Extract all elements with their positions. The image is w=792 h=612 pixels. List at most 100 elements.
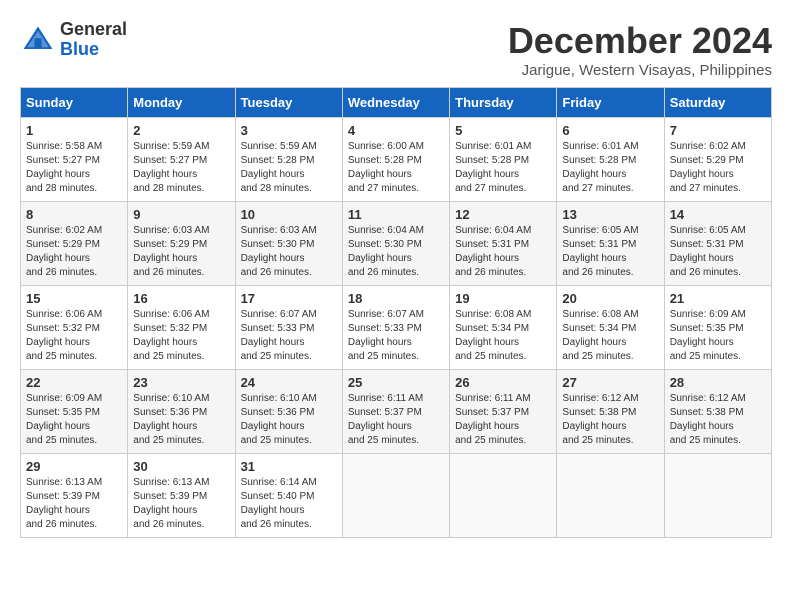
day-info: Sunrise: 6:06 AM Sunset: 5:32 PM Dayligh…: [133, 308, 229, 364]
day-info: Sunrise: 6:06 AM Sunset: 5:32 PM Dayligh…: [26, 308, 122, 364]
calendar-cell: 20 Sunrise: 6:08 AM Sunset: 5:34 PM Dayl…: [557, 286, 664, 370]
day-number: 13: [562, 207, 658, 222]
day-info: Sunrise: 6:04 AM Sunset: 5:30 PM Dayligh…: [348, 224, 444, 280]
day-number: 18: [348, 291, 444, 306]
day-info: Sunrise: 6:13 AM Sunset: 5:39 PM Dayligh…: [26, 476, 122, 532]
location: Jarigue, Western Visayas, Philippines: [508, 62, 772, 79]
day-info: Sunrise: 6:07 AM Sunset: 5:33 PM Dayligh…: [241, 308, 337, 364]
day-info: Sunrise: 6:10 AM Sunset: 5:36 PM Dayligh…: [241, 392, 337, 448]
calendar-cell: 24 Sunrise: 6:10 AM Sunset: 5:36 PM Dayl…: [235, 370, 342, 454]
calendar-cell: 16 Sunrise: 6:06 AM Sunset: 5:32 PM Dayl…: [128, 286, 235, 370]
day-info: Sunrise: 5:59 AM Sunset: 5:27 PM Dayligh…: [133, 140, 229, 196]
calendar-cell: 19 Sunrise: 6:08 AM Sunset: 5:34 PM Dayl…: [450, 286, 557, 370]
day-number: 29: [26, 459, 122, 474]
logo-general: General: [60, 19, 127, 39]
day-info: Sunrise: 6:05 AM Sunset: 5:31 PM Dayligh…: [562, 224, 658, 280]
calendar-cell: 28 Sunrise: 6:12 AM Sunset: 5:38 PM Dayl…: [664, 370, 771, 454]
logo-icon: [20, 22, 56, 58]
weekday-header: Wednesday: [342, 88, 449, 118]
day-number: 1: [26, 123, 122, 138]
day-number: 7: [670, 123, 766, 138]
calendar-cell: 29 Sunrise: 6:13 AM Sunset: 5:39 PM Dayl…: [21, 454, 128, 538]
day-info: Sunrise: 6:01 AM Sunset: 5:28 PM Dayligh…: [562, 140, 658, 196]
day-info: Sunrise: 6:01 AM Sunset: 5:28 PM Dayligh…: [455, 140, 551, 196]
calendar-week-row: 8 Sunrise: 6:02 AM Sunset: 5:29 PM Dayli…: [21, 202, 772, 286]
day-number: 10: [241, 207, 337, 222]
calendar-cell: 31 Sunrise: 6:14 AM Sunset: 5:40 PM Dayl…: [235, 454, 342, 538]
calendar-cell: 9 Sunrise: 6:03 AM Sunset: 5:29 PM Dayli…: [128, 202, 235, 286]
calendar-cell: [557, 454, 664, 538]
day-number: 9: [133, 207, 229, 222]
weekday-header: Saturday: [664, 88, 771, 118]
day-number: 19: [455, 291, 551, 306]
calendar-cell: 26 Sunrise: 6:11 AM Sunset: 5:37 PM Dayl…: [450, 370, 557, 454]
day-number: 30: [133, 459, 229, 474]
calendar-cell: [342, 454, 449, 538]
calendar-cell: 4 Sunrise: 6:00 AM Sunset: 5:28 PM Dayli…: [342, 118, 449, 202]
calendar-cell: 7 Sunrise: 6:02 AM Sunset: 5:29 PM Dayli…: [664, 118, 771, 202]
day-number: 16: [133, 291, 229, 306]
day-info: Sunrise: 6:08 AM Sunset: 5:34 PM Dayligh…: [562, 308, 658, 364]
day-number: 22: [26, 375, 122, 390]
day-info: Sunrise: 6:09 AM Sunset: 5:35 PM Dayligh…: [670, 308, 766, 364]
day-info: Sunrise: 6:12 AM Sunset: 5:38 PM Dayligh…: [562, 392, 658, 448]
weekday-header: Monday: [128, 88, 235, 118]
calendar-week-row: 1 Sunrise: 5:58 AM Sunset: 5:27 PM Dayli…: [21, 118, 772, 202]
day-info: Sunrise: 6:08 AM Sunset: 5:34 PM Dayligh…: [455, 308, 551, 364]
day-number: 3: [241, 123, 337, 138]
calendar-cell: 25 Sunrise: 6:11 AM Sunset: 5:37 PM Dayl…: [342, 370, 449, 454]
day-info: Sunrise: 6:05 AM Sunset: 5:31 PM Dayligh…: [670, 224, 766, 280]
logo: General Blue: [20, 20, 127, 60]
day-number: 5: [455, 123, 551, 138]
calendar-cell: 13 Sunrise: 6:05 AM Sunset: 5:31 PM Dayl…: [557, 202, 664, 286]
day-info: Sunrise: 6:00 AM Sunset: 5:28 PM Dayligh…: [348, 140, 444, 196]
calendar-cell: [450, 454, 557, 538]
calendar-cell: 2 Sunrise: 5:59 AM Sunset: 5:27 PM Dayli…: [128, 118, 235, 202]
day-number: 26: [455, 375, 551, 390]
calendar-cell: 10 Sunrise: 6:03 AM Sunset: 5:30 PM Dayl…: [235, 202, 342, 286]
logo-text: General Blue: [60, 20, 127, 60]
calendar-header-row: SundayMondayTuesdayWednesdayThursdayFrid…: [21, 88, 772, 118]
day-info: Sunrise: 6:10 AM Sunset: 5:36 PM Dayligh…: [133, 392, 229, 448]
weekday-header: Thursday: [450, 88, 557, 118]
day-number: 23: [133, 375, 229, 390]
day-number: 27: [562, 375, 658, 390]
calendar-cell: 6 Sunrise: 6:01 AM Sunset: 5:28 PM Dayli…: [557, 118, 664, 202]
calendar-week-row: 22 Sunrise: 6:09 AM Sunset: 5:35 PM Dayl…: [21, 370, 772, 454]
day-number: 24: [241, 375, 337, 390]
day-info: Sunrise: 6:11 AM Sunset: 5:37 PM Dayligh…: [348, 392, 444, 448]
weekday-header: Tuesday: [235, 88, 342, 118]
logo-blue: Blue: [60, 39, 99, 59]
calendar-table: SundayMondayTuesdayWednesdayThursdayFrid…: [20, 87, 772, 538]
day-number: 28: [670, 375, 766, 390]
calendar-week-row: 29 Sunrise: 6:13 AM Sunset: 5:39 PM Dayl…: [21, 454, 772, 538]
calendar-cell: 23 Sunrise: 6:10 AM Sunset: 5:36 PM Dayl…: [128, 370, 235, 454]
calendar-cell: 22 Sunrise: 6:09 AM Sunset: 5:35 PM Dayl…: [21, 370, 128, 454]
day-info: Sunrise: 6:13 AM Sunset: 5:39 PM Dayligh…: [133, 476, 229, 532]
day-number: 8: [26, 207, 122, 222]
day-info: Sunrise: 6:02 AM Sunset: 5:29 PM Dayligh…: [26, 224, 122, 280]
calendar-cell: 18 Sunrise: 6:07 AM Sunset: 5:33 PM Dayl…: [342, 286, 449, 370]
day-number: 12: [455, 207, 551, 222]
day-number: 6: [562, 123, 658, 138]
page-header: General Blue December 2024 Jarigue, West…: [20, 20, 772, 79]
month-title: December 2024: [508, 20, 772, 62]
day-info: Sunrise: 5:59 AM Sunset: 5:28 PM Dayligh…: [241, 140, 337, 196]
calendar-cell: 12 Sunrise: 6:04 AM Sunset: 5:31 PM Dayl…: [450, 202, 557, 286]
calendar-cell: 11 Sunrise: 6:04 AM Sunset: 5:30 PM Dayl…: [342, 202, 449, 286]
day-info: Sunrise: 5:58 AM Sunset: 5:27 PM Dayligh…: [26, 140, 122, 196]
calendar-cell: 21 Sunrise: 6:09 AM Sunset: 5:35 PM Dayl…: [664, 286, 771, 370]
day-info: Sunrise: 6:09 AM Sunset: 5:35 PM Dayligh…: [26, 392, 122, 448]
weekday-header: Friday: [557, 88, 664, 118]
day-info: Sunrise: 6:03 AM Sunset: 5:29 PM Dayligh…: [133, 224, 229, 280]
weekday-header: Sunday: [21, 88, 128, 118]
day-number: 4: [348, 123, 444, 138]
calendar-cell: 27 Sunrise: 6:12 AM Sunset: 5:38 PM Dayl…: [557, 370, 664, 454]
day-number: 14: [670, 207, 766, 222]
day-info: Sunrise: 6:11 AM Sunset: 5:37 PM Dayligh…: [455, 392, 551, 448]
calendar-cell: 30 Sunrise: 6:13 AM Sunset: 5:39 PM Dayl…: [128, 454, 235, 538]
day-info: Sunrise: 6:14 AM Sunset: 5:40 PM Dayligh…: [241, 476, 337, 532]
day-info: Sunrise: 6:04 AM Sunset: 5:31 PM Dayligh…: [455, 224, 551, 280]
day-number: 15: [26, 291, 122, 306]
day-number: 20: [562, 291, 658, 306]
